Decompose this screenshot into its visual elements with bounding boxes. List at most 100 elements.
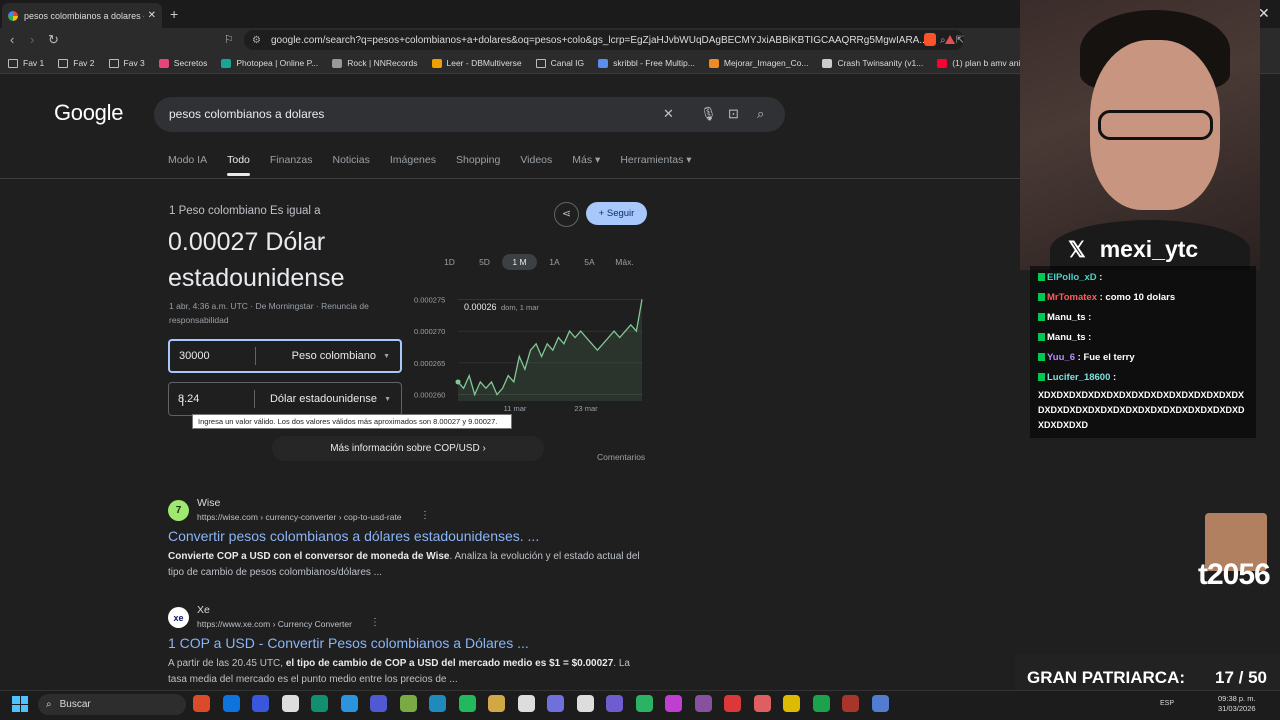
range-tab[interactable]: 1D [432, 254, 467, 270]
taskbar-search-label: Buscar [59, 699, 91, 710]
taskbar-app-icon[interactable] [488, 695, 505, 712]
taskbar-app-icon[interactable] [281, 695, 299, 712]
search-icon[interactable]: ⌕ [757, 106, 764, 122]
address-bar[interactable]: ⚙ google.com/search?q=pesos+colombianos+… [244, 30, 964, 50]
lens-icon[interactable]: ⊡ [728, 106, 739, 122]
result-url[interactable]: https://www.xe.com › Currency Converter [197, 619, 352, 629]
taskbar-app-icon[interactable] [340, 695, 358, 712]
result-url[interactable]: https://wise.com › currency-converter › … [197, 512, 402, 522]
chat-username: Manu_ts [1047, 312, 1086, 323]
taskbar-app-icon[interactable] [252, 695, 269, 712]
bookmark-item[interactable]: skribbl - Free Multip... [598, 58, 695, 68]
chevron-down-icon: ▼ [384, 395, 391, 403]
to-amount-box[interactable]: 8.24 Dólar estadounidense ▼ [168, 382, 402, 416]
forward-icon[interactable]: › [30, 32, 34, 47]
tab-modo-ia[interactable]: Modo IA [168, 154, 207, 166]
taskbar-app-icon[interactable] [812, 695, 830, 712]
bookmark-item[interactable]: Fav 3 [108, 58, 145, 68]
system-clock[interactable]: 09:38 p. m. 31/03/2026 [1218, 694, 1256, 714]
bookmark-item[interactable]: Fav 1 [8, 58, 44, 68]
from-amount-input[interactable]: 30000 [170, 347, 256, 365]
bookmark-item[interactable]: Photopea | Online P... [221, 58, 318, 68]
more-info-button[interactable]: Más información sobre COP/USD › [272, 436, 544, 461]
taskbar-app-icon[interactable] [724, 695, 741, 712]
windows-start-icon[interactable] [12, 696, 28, 712]
range-tab[interactable]: 5D [467, 254, 502, 270]
taskbar-app-icon[interactable] [606, 695, 623, 712]
tab-herramientas[interactable]: Herramientas ▾ [620, 154, 691, 166]
taskbar-app-icon[interactable] [193, 695, 210, 712]
microphone-icon[interactable]: 🎙 [700, 106, 717, 122]
bookmark-item[interactable]: Mejorar_Imagen_Co... [708, 58, 808, 68]
from-currency-select[interactable]: Peso colombiano [256, 350, 400, 362]
tab-noticias[interactable]: Noticias [333, 154, 370, 166]
taskbar-app-icon[interactable] [576, 695, 594, 712]
taskbar-app-icon[interactable] [547, 695, 564, 712]
result-title[interactable]: Convertir pesos colombianos a dólares es… [168, 528, 539, 544]
chat-message: Manu_ts : [1038, 308, 1248, 328]
chat-text: XDXDXDXDXDXDXDXDXDXDXDXDXDXDXDXDXDXDXDXD… [1038, 390, 1245, 430]
rate-chart[interactable]: 0.000275 0.000270 0.000265 0.000260 0.00026 d… [410, 285, 650, 415]
taskbar-app-icon[interactable] [399, 695, 417, 712]
range-tab[interactable]: 1 M [502, 254, 537, 270]
reload-icon[interactable]: ↻ [48, 32, 59, 48]
site-info-icon[interactable]: ⚙ [252, 35, 261, 46]
google-logo[interactable]: Google [54, 100, 123, 126]
result-site-name[interactable]: Xe [197, 604, 210, 616]
taskbar-search[interactable]: ⌕ Buscar [38, 694, 186, 715]
taskbar-app-icon[interactable] [871, 695, 889, 712]
tab-más[interactable]: Más ▾ [572, 154, 600, 166]
range-tab[interactable]: 1A [537, 254, 572, 270]
more-options-icon[interactable]: ⋮ [370, 617, 380, 628]
tab-todo[interactable]: Todo [227, 154, 250, 176]
bookmark-item[interactable]: Fav 2 [58, 58, 95, 68]
tab-finanzas[interactable]: Finanzas [270, 154, 313, 166]
bookmark-item[interactable]: Canal IG [535, 58, 584, 68]
counter-text: t2056 [1198, 558, 1271, 591]
browser-tab[interactable]: pesos colombianos a dolares - B ✕ [2, 3, 162, 28]
chat-badge-icon [1038, 293, 1045, 302]
taskbar-app-icon[interactable] [842, 695, 859, 712]
taskbar-app-icon[interactable] [429, 695, 446, 712]
taskbar-app-icon[interactable] [222, 695, 240, 712]
share-url-icon[interactable]: ⇱ [956, 35, 964, 46]
rate-disclaimer: 1 abr, 4:36 a.m. UTC · De Morningstar · … [169, 301, 369, 325]
tab-imágenes[interactable]: Imágenes [390, 154, 436, 166]
taskbar-app-icon[interactable] [458, 695, 476, 712]
taskbar-app-icon[interactable] [694, 695, 712, 712]
search-input[interactable]: pesos colombianos a dolares [169, 107, 324, 121]
result-title[interactable]: 1 COP a USD - Convertir Pesos colombiano… [168, 635, 529, 651]
bookmark-item[interactable]: Crash Twinsanity (v1... [822, 58, 923, 68]
language-indicator[interactable]: ESP [1160, 700, 1174, 707]
share-button[interactable]: ⋖ [554, 202, 579, 227]
bookmark-icon[interactable]: ⚐ [224, 33, 234, 46]
taskbar-app-icon[interactable] [665, 695, 682, 712]
taskbar-app-icon[interactable] [635, 695, 653, 712]
new-tab-button[interactable]: + [170, 6, 178, 22]
result-site-name[interactable]: Wise [197, 497, 220, 509]
taskbar-app-icon[interactable] [311, 695, 328, 712]
from-amount-box[interactable]: 30000 Peso colombiano ▼ [168, 339, 402, 373]
comments-link[interactable]: Comentarios [597, 452, 645, 462]
range-tab[interactable]: 5A [572, 254, 607, 270]
taskbar-app-icon[interactable] [783, 695, 800, 712]
range-tab[interactable]: Máx. [607, 254, 642, 270]
bookmark-item[interactable]: Rock | NNRecords [332, 58, 418, 68]
follow-button[interactable]: + Seguir [586, 202, 647, 225]
x-tick-label: 23 mar [574, 404, 598, 413]
more-options-icon[interactable]: ⋮ [420, 510, 430, 521]
taskbar-app-icon[interactable] [370, 695, 387, 712]
bookmark-item[interactable]: Secretos [158, 58, 207, 68]
clear-icon[interactable]: ✕ [663, 106, 674, 122]
tab-close-icon[interactable]: ✕ [148, 10, 156, 21]
taskbar-app-icon[interactable] [517, 695, 535, 712]
tab-shopping[interactable]: Shopping [456, 154, 500, 166]
taskbar-app-icon[interactable] [753, 695, 771, 712]
streamer-handle: 𝕏 mexi_ytc [1068, 236, 1198, 263]
rewards-icon[interactable] [945, 35, 955, 44]
brave-shield-icon[interactable] [924, 33, 936, 46]
back-icon[interactable]: ‹ [10, 32, 14, 47]
bookmark-item[interactable]: Leer - DBMultiverse [431, 58, 522, 68]
tab-videos[interactable]: Videos [520, 154, 552, 166]
to-currency-select[interactable]: Dólar estadounidense [255, 393, 401, 405]
